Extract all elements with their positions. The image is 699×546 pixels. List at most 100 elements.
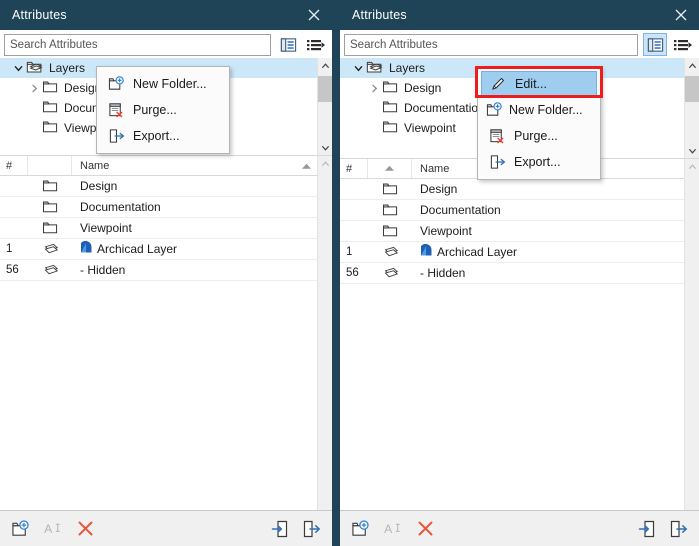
table-row[interactable]: 1 Archicad Layer <box>0 239 318 260</box>
purge-icon <box>105 102 127 118</box>
cell-name: - Hidden <box>80 263 126 277</box>
folder-icon <box>28 200 72 214</box>
tree-scrollbar[interactable] <box>317 58 332 155</box>
screenshot-stage: Attributes Search Attributes Layers Desi… <box>0 0 699 546</box>
table-scrollbar[interactable] <box>684 159 699 511</box>
import-button[interactable] <box>270 518 292 540</box>
cell-number: 1 <box>6 243 13 255</box>
search-input[interactable]: Search Attributes <box>344 33 638 56</box>
menu-item-label: Export... <box>133 129 180 143</box>
close-icon[interactable] <box>671 5 691 25</box>
tree-item-label: Viewpoint <box>404 121 456 135</box>
scroll-thumb[interactable] <box>685 76 699 102</box>
tree-scrollbar[interactable] <box>684 58 699 158</box>
column-header-icon[interactable] <box>368 159 412 178</box>
menu-item-purge[interactable]: Purge... <box>97 97 229 123</box>
table-row[interactable]: Viewpoint <box>0 218 318 239</box>
list-options-icon[interactable] <box>304 33 328 56</box>
export-icon <box>486 154 508 170</box>
export-button[interactable] <box>667 518 689 540</box>
column-header-icon[interactable] <box>28 156 72 175</box>
scroll-up-icon[interactable] <box>318 58 332 73</box>
attributes-table: # Name Design Documentation Viewpoint 1 … <box>340 159 699 511</box>
context-menu[interactable]: Edit... New Folder... Purge... Export... <box>477 66 601 180</box>
purge-icon <box>486 128 508 144</box>
table-scrollbar[interactable] <box>317 156 332 511</box>
archicad-layer-badge-icon <box>80 240 93 257</box>
folder-icon <box>382 120 399 137</box>
tree-view-toggle-icon[interactable] <box>643 33 667 56</box>
attributes-panel-left: Attributes Search Attributes Layers Desi… <box>0 0 332 546</box>
table-row[interactable]: Design <box>340 179 685 200</box>
delete-button[interactable] <box>414 518 436 540</box>
table-row[interactable]: 56 - Hidden <box>340 263 685 284</box>
table-row[interactable]: 1 Archicad Layer <box>340 242 685 263</box>
folder-icon <box>368 203 412 217</box>
new-folder-icon <box>105 76 127 92</box>
layers-folder-icon <box>366 60 384 77</box>
tree-view-toggle-icon[interactable] <box>276 33 300 56</box>
rename-button[interactable]: A <box>382 518 404 540</box>
chevron-down-icon[interactable] <box>10 64 26 73</box>
scroll-up-icon[interactable] <box>685 58 699 73</box>
scroll-up-icon[interactable] <box>685 159 699 174</box>
chevron-down-icon[interactable] <box>350 64 366 73</box>
search-input[interactable]: Search Attributes <box>4 33 271 56</box>
menu-item-purge[interactable]: Purge... <box>478 123 600 149</box>
column-header-number[interactable]: # <box>340 159 368 178</box>
list-options-icon[interactable] <box>671 33 695 56</box>
layer-icon <box>28 264 72 276</box>
menu-item-label: Purge... <box>133 103 177 117</box>
table-row[interactable]: Documentation <box>0 197 318 218</box>
table-header-row: # Name <box>0 156 332 176</box>
chevron-right-icon[interactable] <box>366 84 382 93</box>
table-row[interactable]: Design <box>0 176 318 197</box>
folder-icon <box>382 100 399 117</box>
search-placeholder: Search Attributes <box>350 38 438 51</box>
folder-icon <box>42 80 59 97</box>
tree-item-label: Design <box>404 81 442 95</box>
context-menu[interactable]: New Folder... Purge... Export... <box>96 66 230 154</box>
table-body: Design Documentation Viewpoint 1 Archica… <box>340 179 685 511</box>
cell-name: Documentation <box>420 203 501 217</box>
scroll-up-icon[interactable] <box>318 156 332 171</box>
column-header-name[interactable]: Name <box>72 156 332 175</box>
scroll-down-icon[interactable] <box>685 143 699 158</box>
attributes-panel-right: Attributes Search Attributes Layers Desi… <box>340 0 699 546</box>
cell-name: Archicad Layer <box>97 242 178 256</box>
sort-ascending-icon[interactable] <box>301 161 312 173</box>
table-row[interactable]: Viewpoint <box>340 221 685 242</box>
export-button[interactable] <box>300 518 322 540</box>
menu-item-new-folder[interactable]: New Folder... <box>97 71 229 97</box>
menu-item-edit[interactable]: Edit... <box>481 71 597 97</box>
folder-icon <box>368 224 412 238</box>
rename-button[interactable]: A <box>42 518 64 540</box>
cell-name: Design <box>80 179 118 193</box>
column-header-number[interactable]: # <box>0 156 28 175</box>
search-row: Search Attributes <box>0 30 332 58</box>
bottom-toolbar: A <box>340 510 699 546</box>
folder-icon <box>28 221 72 235</box>
folder-icon <box>42 120 59 137</box>
scroll-thumb[interactable] <box>318 76 332 102</box>
table-row[interactable]: 56 - Hidden <box>0 260 318 281</box>
table-row[interactable]: Documentation <box>340 200 685 221</box>
scroll-down-icon[interactable] <box>318 140 332 155</box>
cell-name: Viewpoint <box>420 224 472 238</box>
layer-icon <box>368 267 412 279</box>
delete-button[interactable] <box>74 518 96 540</box>
sort-ascending-icon[interactable] <box>384 163 395 175</box>
menu-item-label: New Folder... <box>509 103 583 117</box>
chevron-right-icon[interactable] <box>26 84 42 93</box>
close-icon[interactable] <box>304 5 324 25</box>
new-folder-button[interactable] <box>350 518 372 540</box>
menu-item-new-folder[interactable]: New Folder... <box>478 97 600 123</box>
cell-number: 56 <box>6 264 19 276</box>
cell-name: Archicad Layer <box>437 245 518 259</box>
new-folder-button[interactable] <box>10 518 32 540</box>
import-button[interactable] <box>637 518 659 540</box>
title-bar: Attributes <box>0 0 332 30</box>
menu-item-export[interactable]: Export... <box>97 123 229 149</box>
menu-item-export[interactable]: Export... <box>478 149 600 175</box>
panel-title: Attributes <box>352 8 407 22</box>
